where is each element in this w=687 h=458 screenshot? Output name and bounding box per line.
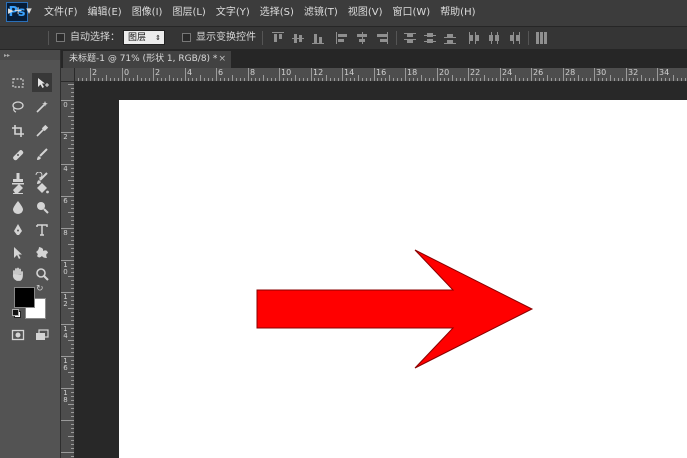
right-arrow-shape[interactable]	[256, 249, 534, 369]
arrow-shape-layer[interactable]	[0, 0, 687, 458]
